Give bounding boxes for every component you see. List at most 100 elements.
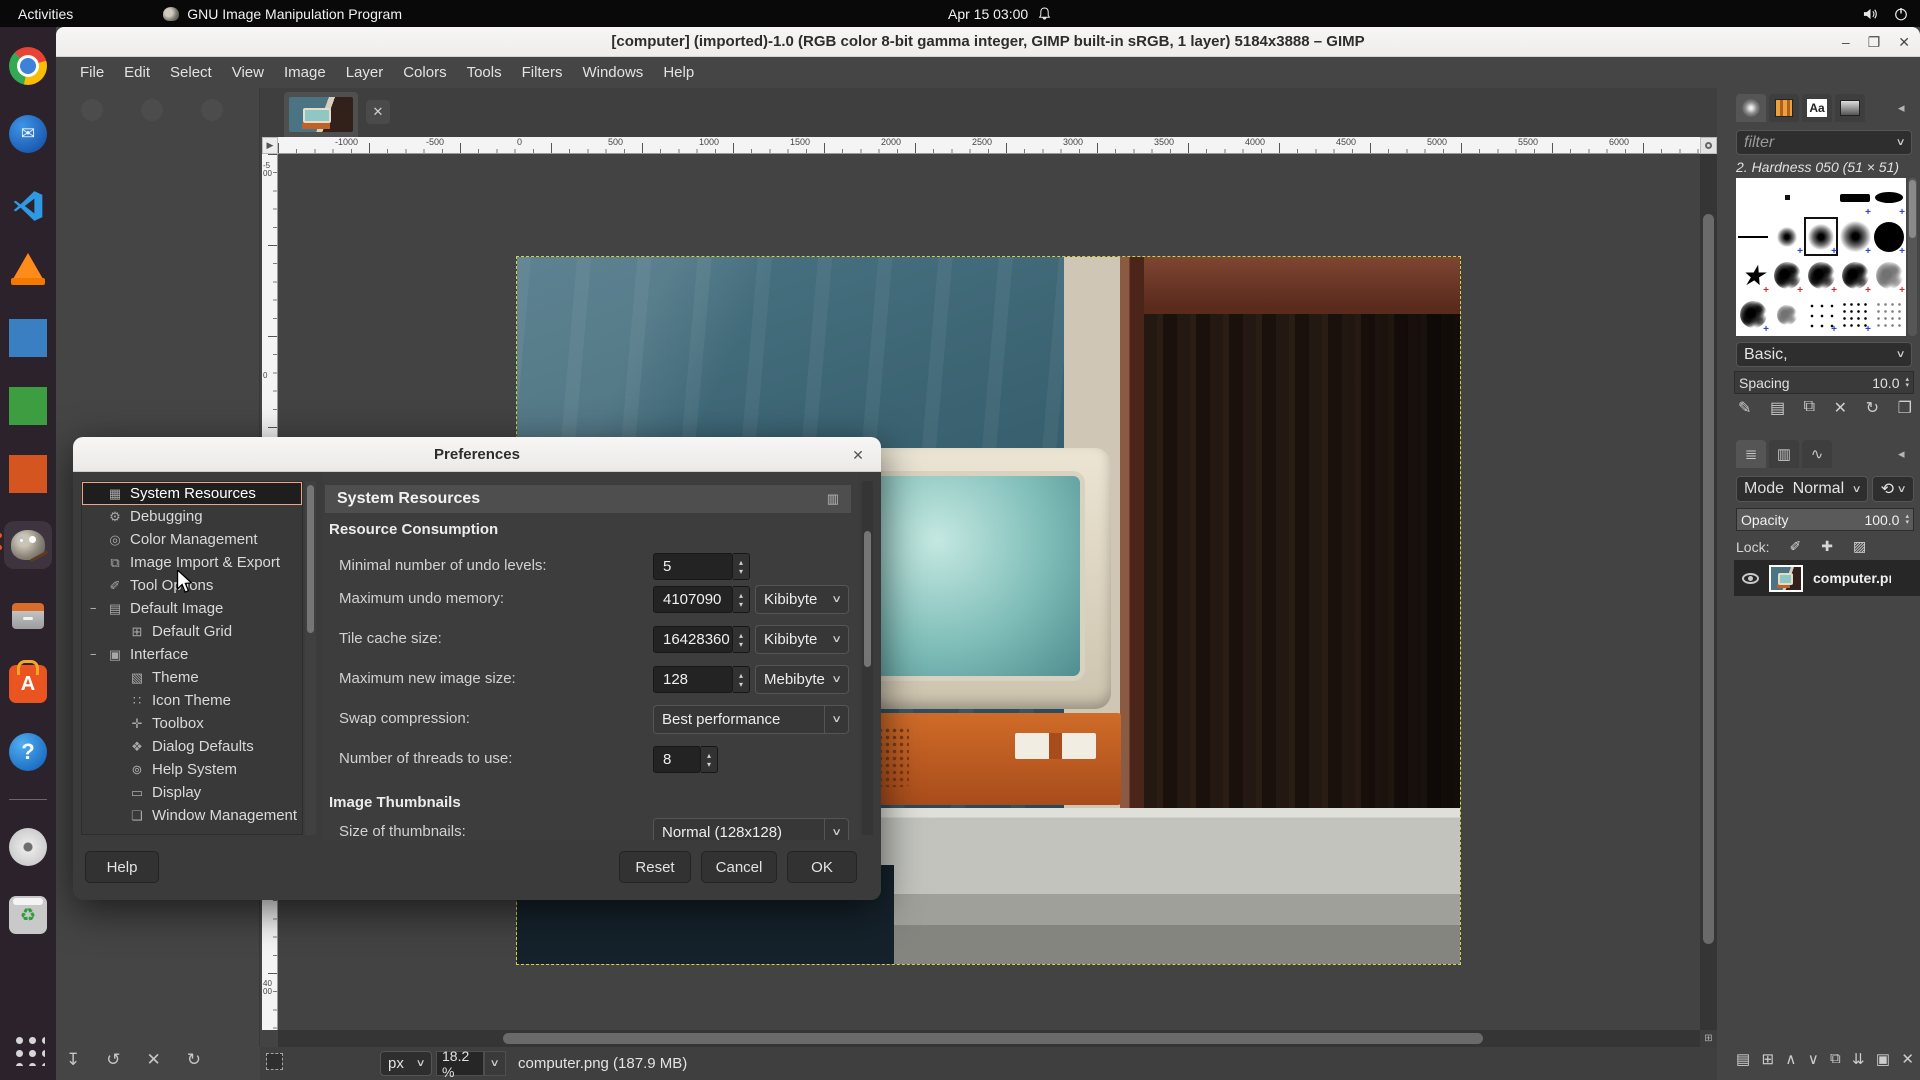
dock-item-vscode-icon[interactable] — [7, 185, 49, 227]
menu-item[interactable]: Windows — [572, 59, 653, 86]
duplicate-layer-icon[interactable]: ⧉ — [1830, 1050, 1841, 1068]
brush-thumbnail[interactable] — [1872, 334, 1906, 336]
brush-thumbnail[interactable] — [1838, 217, 1872, 256]
brush-thumbnail-selected[interactable] — [1804, 217, 1838, 256]
vertical-scrollbar-thumb[interactable] — [1703, 214, 1714, 944]
tree-item[interactable]: ❖ Dialog Defaults — [82, 735, 302, 758]
activities-button[interactable]: Activities — [0, 6, 91, 22]
new-brush-icon[interactable]: ▤ — [1770, 398, 1785, 418]
menu-item[interactable]: Tools — [457, 59, 512, 86]
scrollbar-thumb[interactable] — [1909, 180, 1916, 238]
brush-thumbnail[interactable] — [1736, 334, 1770, 336]
dock-item[interactable] — [7, 45, 49, 87]
brush-thumbnail[interactable] — [1804, 178, 1838, 217]
expander-icon[interactable]: − — [90, 649, 104, 661]
menu-item[interactable]: Select — [160, 59, 222, 86]
gimp-title-bar[interactable]: [computer] (imported)-1.0 (RGB color 8-b… — [56, 27, 1920, 57]
brush-thumbnail[interactable] — [1770, 178, 1804, 217]
dock-item[interactable]: ? — [7, 731, 49, 773]
brush-thumbnail[interactable] — [1804, 334, 1838, 336]
tile-cache-unit-dropdown[interactable]: Kibibyte∨ — [755, 625, 849, 654]
spinner-arrows-icon[interactable]: ▴▾ — [733, 626, 750, 653]
tab-fonts[interactable]: Aa — [1802, 94, 1832, 122]
content-scrollbar[interactable] — [862, 481, 873, 835]
brush-filter-dropdown[interactable]: filter ∨ — [1736, 130, 1912, 155]
open-brush-as-image-icon[interactable]: ❐ — [1898, 398, 1912, 418]
scrollbar-thumb[interactable] — [864, 531, 871, 667]
spinner-arrows-icon[interactable]: ▴▾ — [733, 553, 750, 580]
brush-thumbnail[interactable] — [1736, 217, 1770, 256]
tab-channels[interactable]: ▥ — [1769, 440, 1799, 468]
threads-field[interactable]: 8 — [653, 746, 701, 773]
duplicate-brush-icon[interactable]: ⧉ — [1804, 398, 1815, 418]
horizontal-scrollbar[interactable] — [278, 1030, 1700, 1047]
undo-levels-field[interactable]: 5 — [653, 553, 733, 580]
tab-patterns[interactable] — [1769, 94, 1799, 122]
tree-item[interactable]: ⚙ Debugging — [82, 505, 302, 528]
spinner-arrows-icon[interactable]: ▴▾ — [1905, 377, 1909, 389]
brush-thumbnail[interactable] — [1770, 256, 1804, 295]
tile-cache-field[interactable]: 16428360 — [653, 626, 733, 653]
refresh-brushes-icon[interactable]: ↻ — [1866, 398, 1879, 418]
tree-item[interactable]: − ▤ Default Image — [82, 597, 302, 620]
horizontal-scrollbar-thumb[interactable] — [503, 1033, 1483, 1044]
layer-mode-dropdown[interactable]: Mode Normal ∨ — [1736, 476, 1868, 502]
quick-mask-toggle[interactable] — [266, 1053, 283, 1070]
tree-item[interactable]: − ▣ Interface — [82, 643, 302, 666]
tree-item[interactable]: ▧ Theme — [82, 666, 302, 689]
layer-opacity-slider[interactable]: Opacity 100.0 ▴▾ — [1736, 508, 1914, 531]
delete-brush-icon[interactable]: ✕ — [1834, 398, 1847, 418]
dock-item[interactable] — [7, 595, 49, 637]
brush-thumbnail[interactable] — [1736, 178, 1770, 217]
brush-thumbnail[interactable] — [1838, 334, 1872, 336]
brush-spacing-slider[interactable]: Spacing 10.0 ▴▾ — [1734, 371, 1914, 394]
visibility-eye-icon[interactable] — [1742, 573, 1759, 584]
brush-thumbnail[interactable] — [1770, 334, 1804, 336]
tab-layers[interactable]: ≣ — [1736, 440, 1766, 468]
swap-compression-dropdown[interactable]: Best performance ∨ — [653, 705, 849, 734]
spinner-arrows-icon[interactable]: ▴▾ — [733, 666, 750, 693]
lower-layer-icon[interactable]: ∨ — [1808, 1050, 1819, 1068]
brush-thumbnail[interactable]: ★ — [1736, 256, 1770, 295]
menu-item[interactable]: Help — [653, 59, 704, 86]
tree-item[interactable]: ⊞ Default Grid — [82, 620, 302, 643]
dialog-title-bar[interactable]: Preferences ✕ — [73, 437, 881, 472]
menu-item[interactable]: File — [70, 59, 114, 86]
spinner-arrows-icon[interactable]: ▴▾ — [1905, 514, 1909, 526]
dock-item[interactable] — [7, 453, 49, 495]
dialog-close-icon[interactable]: ✕ — [847, 444, 869, 466]
delete-layer-icon[interactable]: ✕ — [1901, 1050, 1914, 1068]
lock-position-icon[interactable]: ✚ — [1821, 538, 1833, 555]
brush-thumbnail[interactable] — [1770, 217, 1804, 256]
tree-item[interactable]: ∷ Icon Theme — [82, 689, 302, 712]
menu-item[interactable]: View — [222, 59, 274, 86]
reset-button[interactable]: Reset — [619, 851, 691, 883]
menu-item[interactable]: Layer — [336, 59, 394, 86]
image-tab-close-icon[interactable]: ✕ — [366, 100, 390, 124]
image-tab[interactable] — [284, 92, 358, 137]
tab-paths[interactable]: ∿ — [1802, 440, 1832, 468]
brush-thumbnail[interactable] — [1872, 217, 1906, 256]
dock-item[interactable] — [4, 521, 52, 569]
spinner-arrows-icon[interactable]: ▴▾ — [733, 586, 750, 613]
brush-thumbnail[interactable] — [1872, 178, 1906, 217]
app-menu[interactable]: GNU Image Manipulation Program — [163, 6, 402, 22]
brush-thumbnail[interactable] — [1838, 256, 1872, 295]
brush-thumbnail[interactable] — [1872, 256, 1906, 295]
brush-thumbnail[interactable] — [1736, 295, 1770, 334]
unit-dropdown[interactable]: px∨ — [380, 1051, 432, 1076]
cancel-button[interactable]: Cancel — [701, 851, 777, 883]
tree-item[interactable]: ❏ Window Management — [82, 804, 302, 827]
dock-item[interactable] — [7, 385, 49, 427]
tree-item[interactable]: ▦ System Resources — [82, 482, 302, 505]
edit-brush-icon[interactable]: ✎ — [1738, 398, 1751, 418]
maximize-button[interactable]: ❐ — [1868, 34, 1881, 51]
help-button[interactable]: Help — [85, 851, 159, 883]
dock-item[interactable] — [7, 826, 49, 868]
close-button[interactable]: ✕ — [1898, 34, 1910, 51]
collapse-dock-icon[interactable]: ◂ — [1898, 100, 1905, 116]
dock-item[interactable]: ✉ — [7, 113, 49, 155]
lock-alpha-icon[interactable]: ▨ — [1853, 538, 1866, 555]
reset-tool-options-icon[interactable]: ↻ — [187, 1050, 201, 1070]
new-layer-group-icon[interactable]: ⊞ — [1762, 1050, 1775, 1068]
